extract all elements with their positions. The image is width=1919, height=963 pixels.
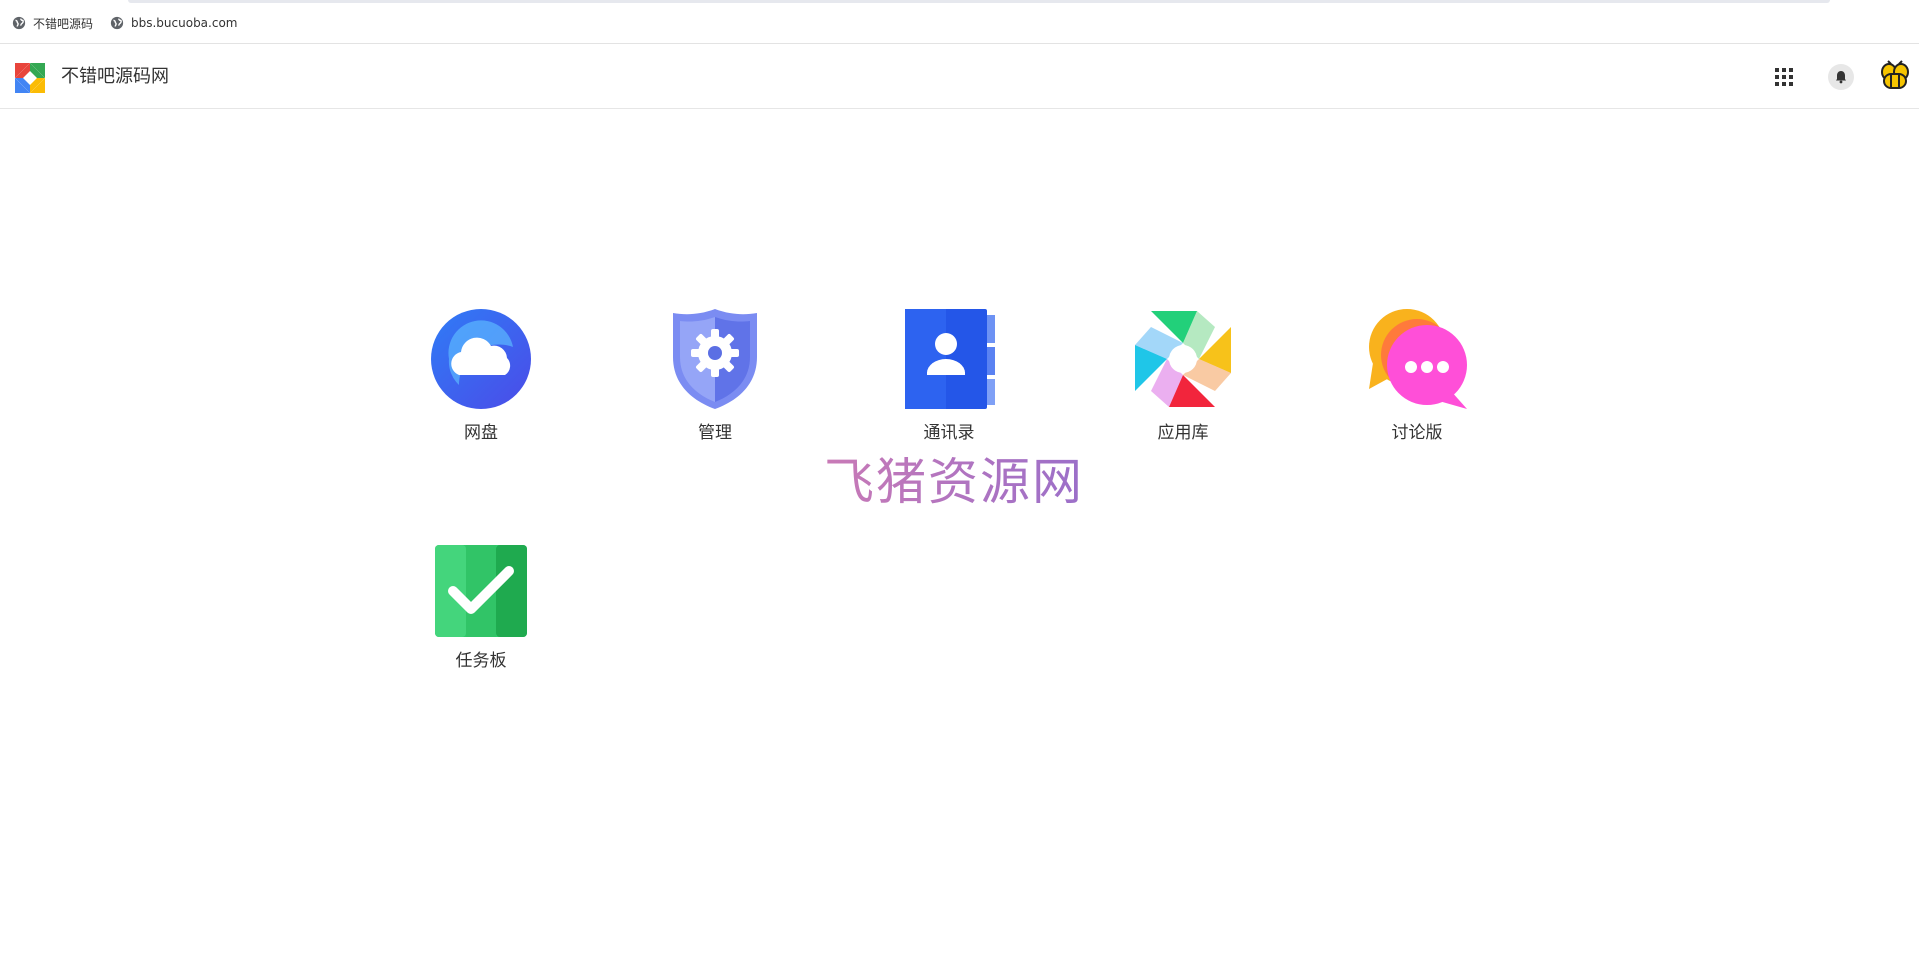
app-label: 任务板 xyxy=(455,651,507,671)
app-admin[interactable]: 管理 xyxy=(635,307,795,444)
app-label: 管理 xyxy=(698,423,732,443)
watermark-text: 飞猪资源网 xyxy=(824,442,1084,514)
app-forum[interactable]: 讨论版 xyxy=(1337,307,1497,444)
globe-icon xyxy=(12,16,26,30)
app-label: 应用库 xyxy=(1157,423,1209,443)
bookmarks-bar: 不错吧源码 bbs.bucuoba.com xyxy=(0,0,1919,44)
app-tasks[interactable]: 任务板 xyxy=(401,539,561,672)
address-bar-edge xyxy=(128,0,1830,3)
app-label: 通讯录 xyxy=(923,423,975,443)
admin-shield-icon xyxy=(673,309,757,409)
app-label: 网盘 xyxy=(464,423,498,443)
forum-chat-icon xyxy=(1369,309,1467,409)
app-store[interactable]: 应用库 xyxy=(1103,307,1263,444)
app-header: 不错吧源码网 xyxy=(0,44,1919,109)
app-label: 讨论版 xyxy=(1391,423,1443,443)
logo-icon[interactable] xyxy=(15,63,45,93)
notifications-button[interactable] xyxy=(1828,64,1854,90)
bookmark-item[interactable]: bbs.bucuoba.com xyxy=(110,15,237,31)
globe-icon xyxy=(110,16,124,30)
avatar-bee-icon[interactable] xyxy=(1879,60,1911,92)
bookmark-item[interactable]: 不错吧源码 xyxy=(12,15,93,31)
apps-grid-icon[interactable] xyxy=(1775,68,1793,86)
app-store-pinwheel-icon xyxy=(1135,311,1231,407)
bell-icon xyxy=(1836,71,1846,84)
bookmark-label: bbs.bucuoba.com xyxy=(131,16,238,30)
app-drive[interactable]: 网盘 xyxy=(401,307,561,444)
app-contacts[interactable]: 通讯录 xyxy=(869,307,1029,444)
contacts-book-icon xyxy=(905,309,995,409)
cloud-drive-icon xyxy=(431,309,531,409)
site-name[interactable]: 不错吧源码网 xyxy=(61,65,169,89)
bookmark-label: 不错吧源码 xyxy=(33,16,94,31)
task-board-check-icon xyxy=(435,545,527,637)
